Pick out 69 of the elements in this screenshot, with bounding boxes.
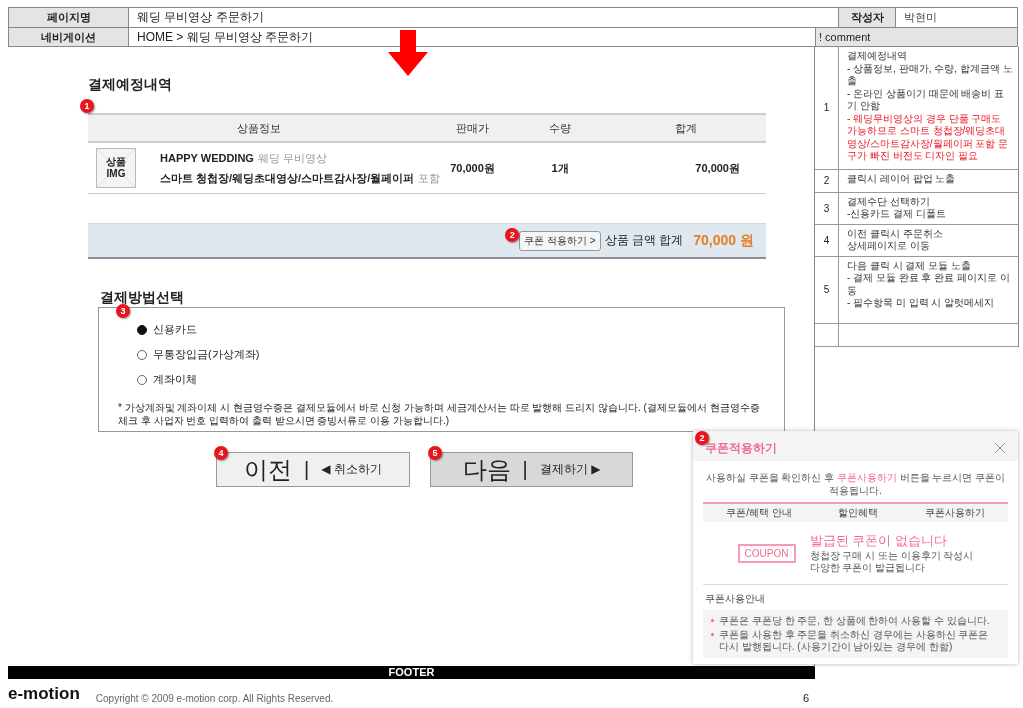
comment-text: - 필수항목 미 입력 시 알럿메세지 [847,297,996,310]
number-badge: 3 [116,304,130,318]
comment-text: - 온라인 상품이기 때문에 배송비 표기 안함 [847,87,1006,113]
row-number: 1 [815,47,839,169]
table-cell-text: 70,000원 [694,160,741,176]
radio-button[interactable] [137,324,147,335]
payment-note: * 가상계좌및 계좌이체 시 현금영수증은 결제모듈에서 바로 신청 가능하며 세금계산서는 따로 발행해 드리지 않습니다. (결제모듈에서 현금영수증 체크 후 사업자 번호 입력하여 출력 받으시면 증빙서류로 이용 가능합니다.) [118,401,761,427]
option-label: 무통장입금(가상계좌) [153,347,260,362]
number-badge: 2 [505,228,520,242]
down-arrow-icon [388,30,428,76]
empty-text: 다양한 쿠폰이 발급됩니다 [809,562,927,574]
image-label: 상품 IMG [105,156,127,180]
summary-label: 상품 금액 합계 [604,232,684,249]
product-items: 스마트 청첩장/웨딩초대영상/스마트감사장/월페이퍼 [160,171,415,184]
footer-bar: FOOTER [8,666,815,679]
field-label: 페이지명 [8,8,128,27]
comment-text: 결제수단 선택하기 [847,195,931,208]
column-header: 쿠폰/혜택 안내 [726,506,792,520]
row-number: 3 [815,192,839,224]
product-category: 웨딩 무비영상 [257,151,327,164]
product-note: 포함 [418,171,441,184]
comment-text: - 상품정보, 판매가, 수량, 합계금액 노출 [847,62,1014,88]
comment-text: 클릭시 레이어 팝업 노출 [847,172,957,185]
row-number: 2 [815,169,839,192]
bullet-icon [711,633,714,636]
comment-text: 결제예정내역 [847,50,908,63]
comment-text: - 결제 모듈 완료 후 완료 페이지로 이동 [847,272,1011,297]
number-badge: 1 [80,99,94,113]
row-number: 5 [815,256,839,323]
empty-title: 발급된 쿠폰이 없습니다 [809,532,948,550]
option-label: 계좌이체 [153,372,197,387]
comment-text: - 웨딩무비영상의 경우 단품 구매도 가능하므로 스마트 청첩장/웨딩초대영상/스마트감사장/월페이퍼 포함 문구가 빠진 버전도 디자인 필요 [847,112,1010,163]
guide-text: 쿠폰은 쿠폰당 한 주문, 한 상품에 한하여 사용할 수 있습니다. [719,615,990,627]
row-number: 4 [815,224,839,256]
guide-title: 쿠폰사용안내 [705,592,766,606]
radio-button[interactable] [137,349,147,360]
comment-text: -신용카드 결제 디폴트 [847,208,947,221]
number-badge: 4 [214,446,228,460]
number-badge: 5 [428,446,442,460]
column-header: 쿠폰사용하기 [924,506,985,520]
column-header: 상품정보 [236,120,282,136]
empty-text: 청첩장 구매 시 또는 이용후기 작성시 [809,550,974,562]
product-name: HAPPY WEDDING [160,151,254,164]
column-header: ! comment [815,28,1018,46]
comment-text: 이전 클릭시 주문취소 [847,227,944,240]
section-title: 결제예정내역 [88,76,173,94]
section-title: 결제방법선택 [100,289,185,307]
column-header: 합계 [673,120,698,136]
popup-intro: 사용하실 쿠폰을 확인하신 후 쿠폰사용하기 버튼을 누르시면 쿠폰이 적용됩니다. [705,471,1006,497]
column-header: 수량 [548,120,572,136]
copyright-text: Copyright © 2009 e-motion corp. All Rights Reserved. [95,693,334,704]
column-header: 판매가 [455,120,490,136]
page-number: 6 [802,692,809,704]
logo: e-motion [8,684,80,704]
bullet-icon [711,619,714,622]
comment-text: 다음 클릭 시 결제 모듈 노출 [847,259,972,272]
coupon-button[interactable]: 쿠폰 적용하기 > [519,231,601,251]
field-label: 네비게이션 [8,28,128,46]
comment-text: 상세페이지로 이동 [847,240,931,253]
summary-amount: 70,000 원 [693,231,754,250]
table-cell-text: 1개 [550,160,570,176]
column-header: 할인혜택 [838,506,879,520]
option-label: 신용카드 [153,322,197,337]
field-label: 작성자 [838,8,895,27]
field-value: 박현미 [895,8,1018,27]
coupon-ticket-icon: COUPON [737,543,796,563]
guide-text: 쿠폰을 사용한 후 주문을 취소하신 경우에는 사용하신 쿠폰은 다시 발행됩니다. (사용기간이 남아있는 경우에 한함) [719,629,990,653]
close-icon[interactable] [994,442,1006,454]
radio-button[interactable] [137,374,147,385]
